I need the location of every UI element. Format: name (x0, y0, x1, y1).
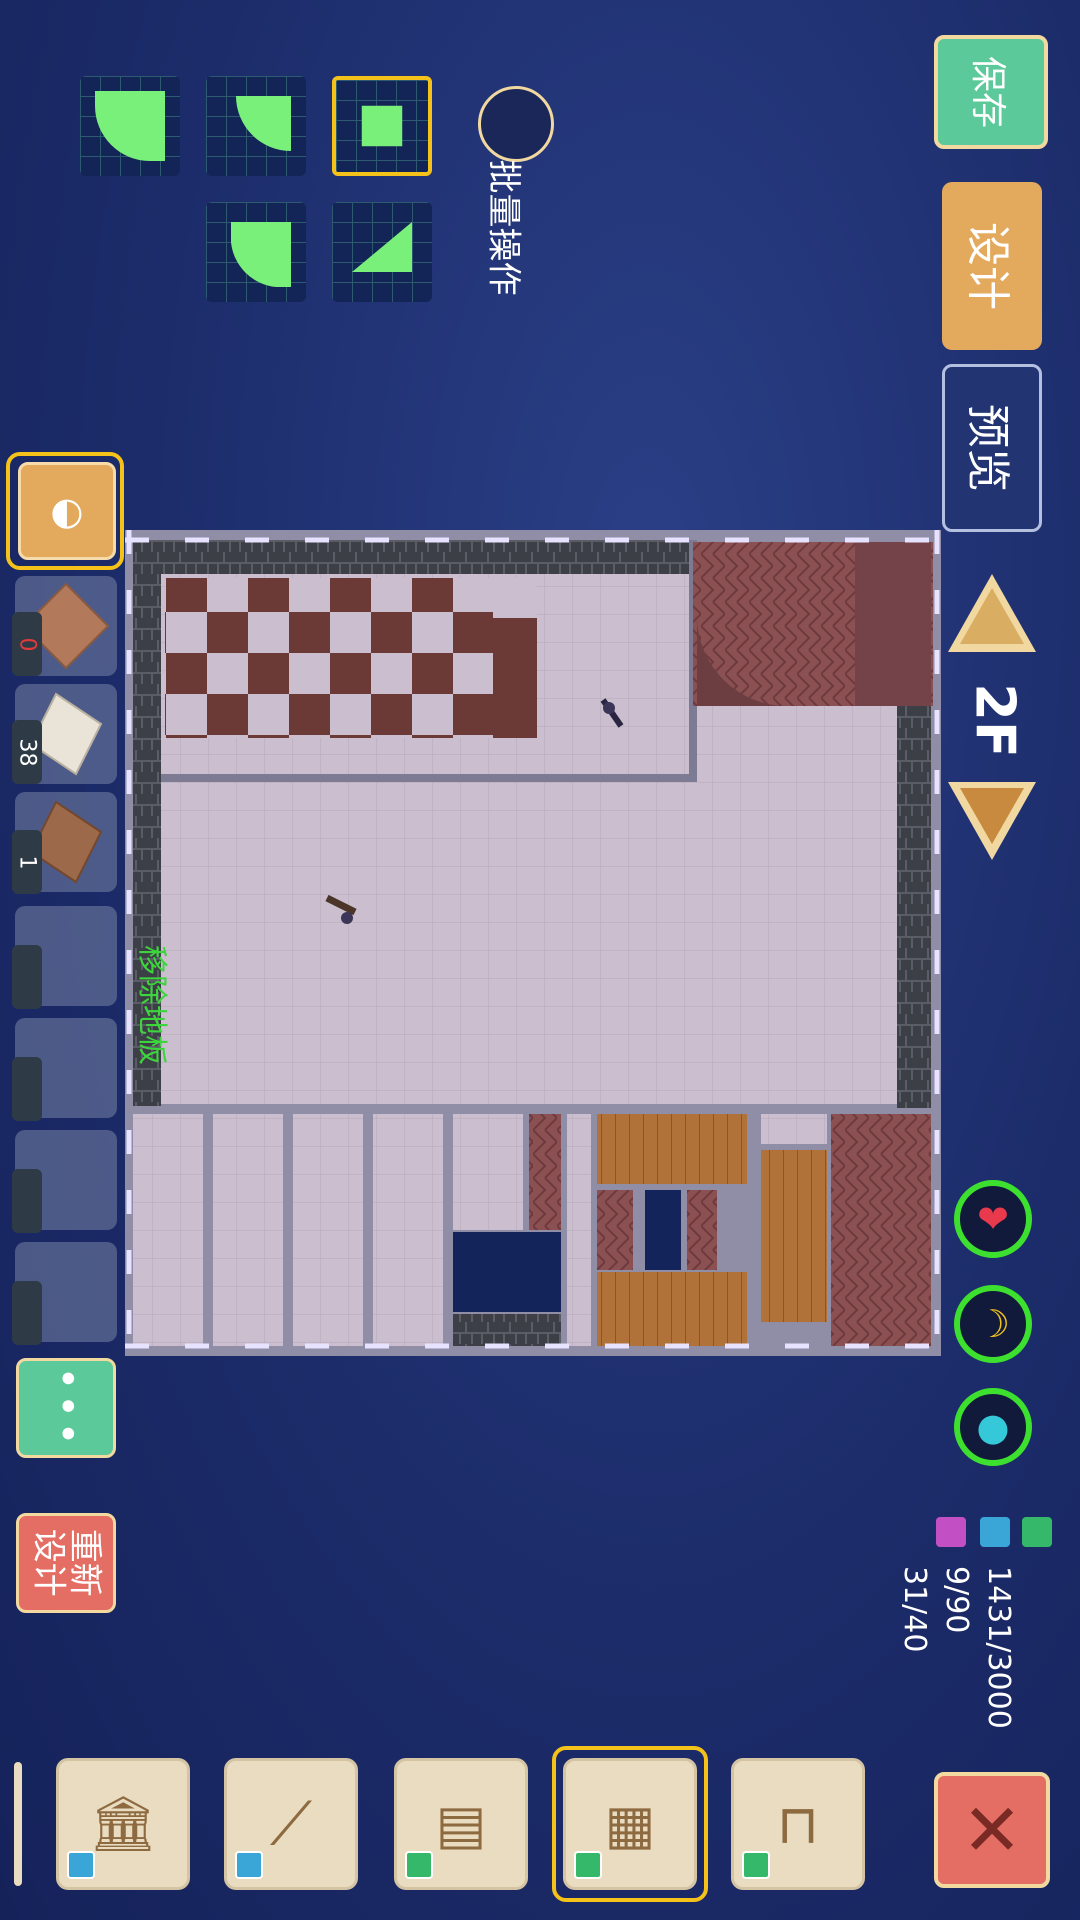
slot-count (12, 1281, 42, 1345)
batch-label: 批量操作 (483, 159, 524, 296)
floor-up-arrow-icon[interactable] (948, 574, 1036, 652)
food-gauge: ☽ (954, 1285, 1032, 1363)
brush-triangle[interactable] (332, 202, 432, 302)
slot-count (12, 1057, 42, 1121)
category-furniture[interactable]: ⊓ (731, 1758, 865, 1890)
pillar-icon: 🏛 (88, 1792, 158, 1855)
close-button[interactable]: ✕ (934, 1772, 1050, 1888)
quarter-round-large-icon (95, 91, 165, 161)
floor-plan-map[interactable] (125, 530, 941, 1356)
eraser-icon: ◐ (50, 489, 84, 533)
redesign-button[interactable]: 重新设计 (16, 1513, 116, 1613)
floor-plan-canvas (125, 530, 941, 1356)
category-wall[interactable]: ▤ (394, 1758, 528, 1890)
category-scroll-edge (14, 1762, 22, 1886)
save-button[interactable]: 保存 (934, 35, 1048, 149)
resource-swatch-blue (980, 1517, 1010, 1547)
category-tag (574, 1851, 602, 1879)
resource-swatch-green (1022, 1517, 1052, 1547)
heart-gauge: ❤ (954, 1180, 1032, 1258)
eraser-button[interactable]: ◐ (18, 462, 116, 560)
slot-count (12, 1169, 42, 1233)
brush-square-fill[interactable] (332, 76, 432, 176)
category-tag (235, 1851, 263, 1879)
brush-quarter-round-large[interactable] (80, 76, 180, 176)
brush-quarter-round-small-tl[interactable] (206, 76, 306, 176)
category-pillar[interactable]: 🏛 (56, 1758, 190, 1890)
category-tag (742, 1851, 770, 1879)
wall-icon: ▤ (435, 1792, 487, 1856)
quarter-round-small-bl-icon (231, 222, 291, 287)
preview-tab[interactable]: 预览 (942, 364, 1042, 532)
resource-swatch-purple (936, 1517, 966, 1547)
heart-icon: ❤ (977, 1197, 1009, 1241)
brush-quarter-round-small-bl[interactable] (206, 202, 306, 302)
more-dots-icon: ••• (43, 1366, 89, 1450)
quarter-round-small-icon (236, 96, 291, 151)
category-tag (405, 1851, 433, 1879)
slot-count: 38 (12, 720, 42, 784)
category-floor[interactable]: ▦ (563, 1758, 697, 1890)
batch-toggle[interactable] (478, 86, 554, 162)
triangle-icon (352, 222, 412, 272)
remove-floor-label: 移除地板 (134, 945, 169, 1065)
slot-count: 0 (12, 612, 42, 676)
floor-icon: ▦ (604, 1792, 656, 1856)
more-button[interactable]: ••• (16, 1358, 116, 1458)
design-tab[interactable]: 设计 (942, 182, 1042, 350)
close-icon: ✕ (961, 1788, 1023, 1872)
slot-count: 1 (12, 830, 42, 894)
floor-indicator: 2F (963, 682, 1027, 758)
slot-count (12, 945, 42, 1009)
water-gauge: ● (954, 1388, 1032, 1466)
furniture-icon: ⊓ (776, 1792, 820, 1856)
stairs-icon: ⟋ (270, 1789, 312, 1859)
banana-icon: ☽ (975, 1302, 1011, 1346)
square-fill-icon (361, 105, 403, 147)
category-tag (67, 1851, 95, 1879)
floor-down-arrow-icon[interactable] (948, 782, 1036, 860)
category-stairs[interactable]: ⟋ (224, 1758, 358, 1890)
drop-icon: ● (976, 1405, 1010, 1449)
